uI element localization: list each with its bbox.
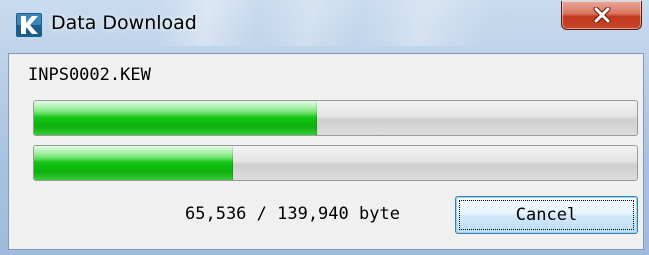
current-filename: INPS0002.KEW (28, 65, 151, 85)
cancel-button-label: Cancel (515, 205, 578, 225)
kew-k-logo-icon (16, 13, 42, 37)
title-bar[interactable]: Data Download (0, 0, 649, 46)
file-progress-fill (34, 101, 318, 135)
window-title: Data Download (51, 12, 197, 34)
cancel-button[interactable]: Cancel (455, 196, 638, 234)
close-x-icon (593, 7, 611, 23)
file-progress-bar (33, 100, 638, 136)
close-button[interactable] (561, 1, 642, 30)
byte-count-status: 65,536 / 139,940 byte (185, 204, 400, 224)
total-progress-fill (34, 146, 233, 180)
data-download-window: Data Download INPS0002.KEW 65,536 / 139,… (0, 0, 649, 255)
total-progress-bar (33, 145, 638, 181)
